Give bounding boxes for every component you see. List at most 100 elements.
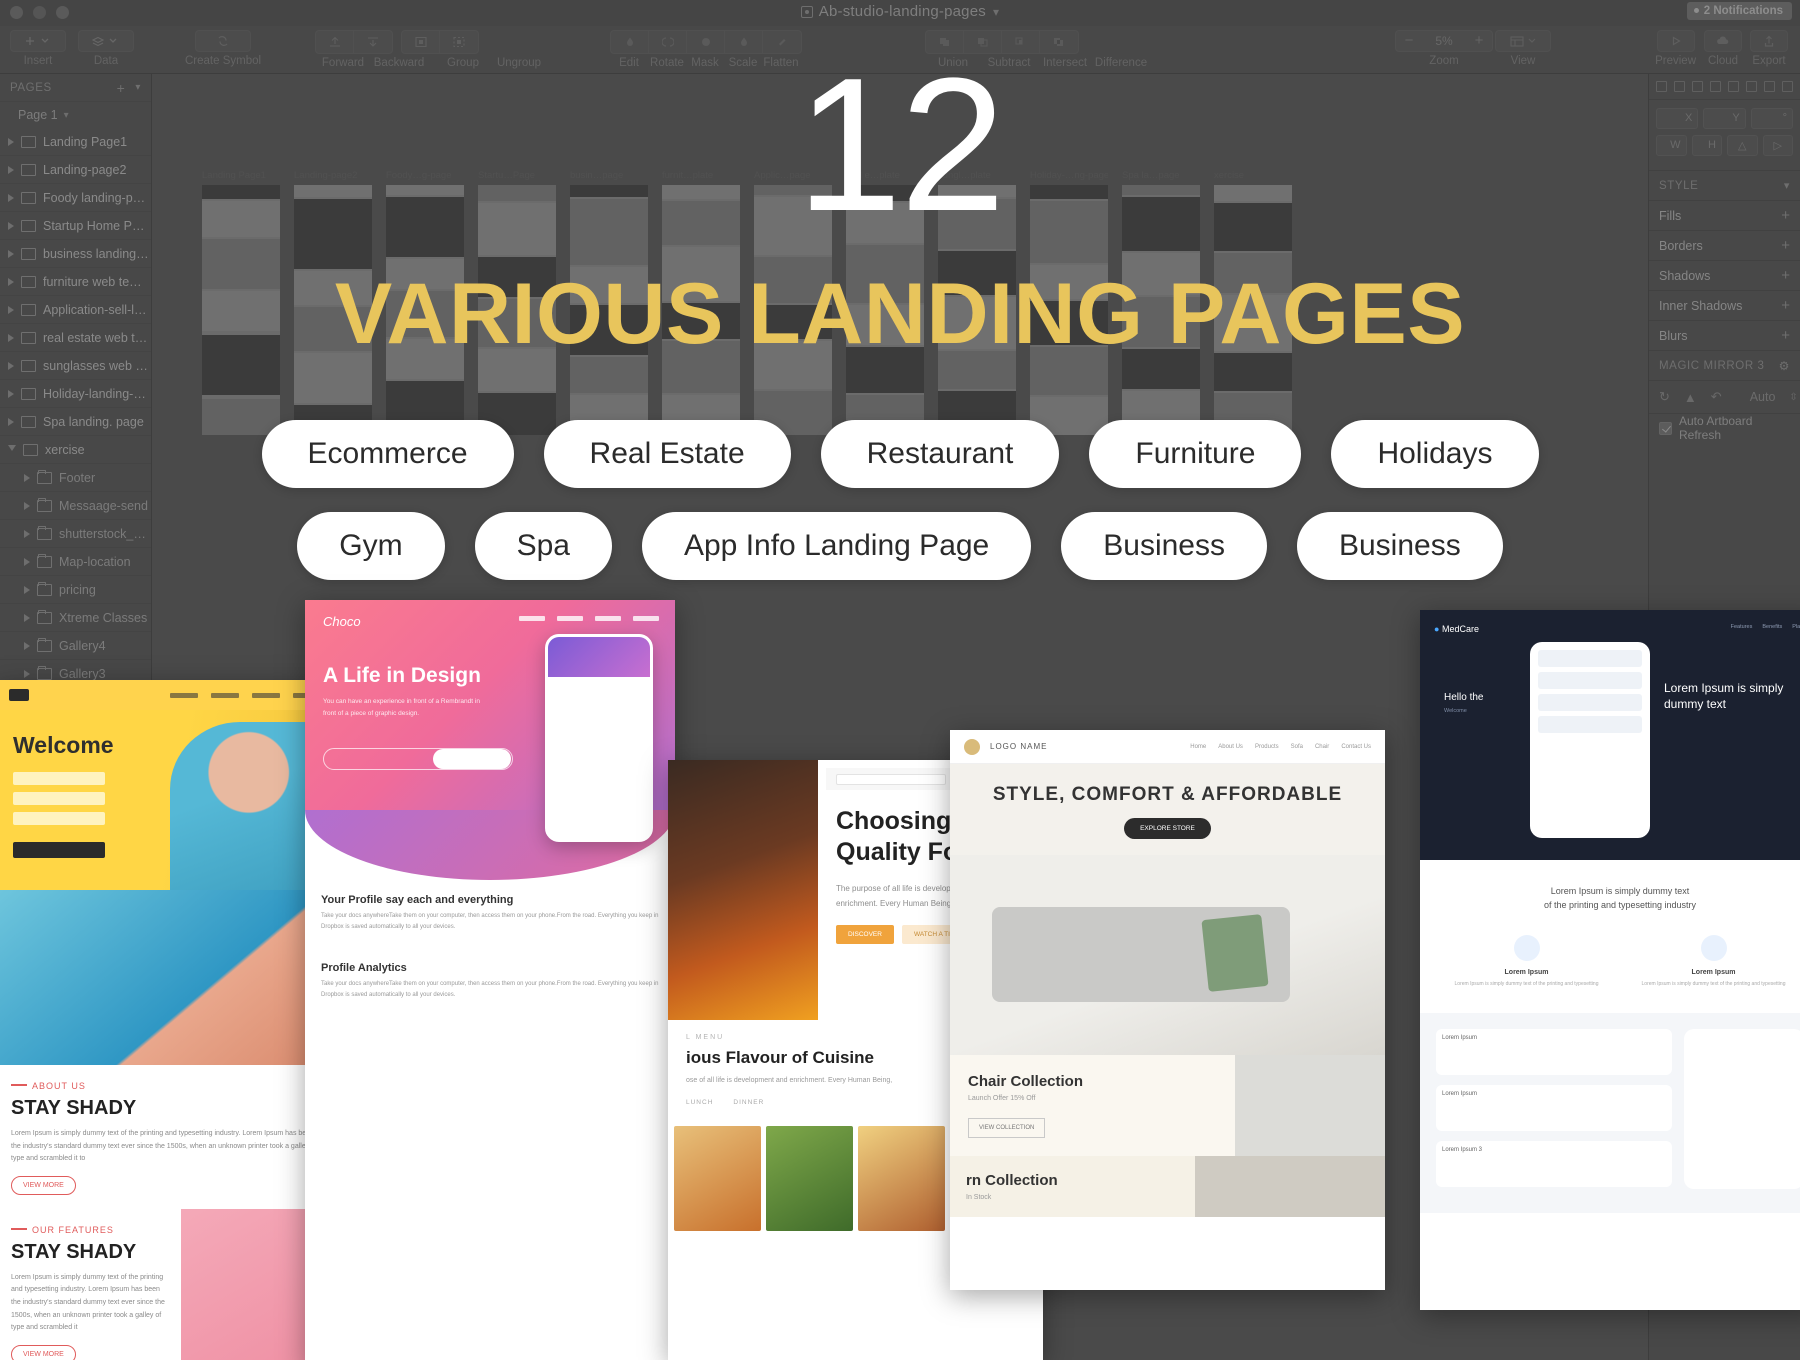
artboard-label[interactable]: xercise: [1214, 170, 1292, 181]
flip-vertical-button[interactable]: ▷: [1762, 135, 1793, 156]
nav-link[interactable]: [170, 692, 198, 698]
artboard-strip[interactable]: Landing Page1 Landing-page2 Foody…g-page St…: [152, 170, 1648, 470]
toolbar-item-cloud[interactable]: Cloud: [1704, 30, 1742, 67]
layer-row[interactable]: business landing…: [0, 240, 151, 268]
furniture-cta-button[interactable]: EXPLORE STORE: [1124, 818, 1211, 839]
layers-icon[interactable]: [78, 30, 134, 52]
chevron-right-icon[interactable]: [8, 221, 14, 230]
nav-link[interactable]: [211, 692, 239, 698]
chevron-down-icon[interactable]: ▾: [64, 110, 69, 121]
chevron-right-icon[interactable]: [24, 557, 30, 566]
distribute-horizontal-icon[interactable]: [1763, 81, 1775, 92]
nav-link[interactable]: Benefits: [1762, 624, 1782, 630]
artboard-item[interactable]: Landing-page2: [294, 170, 372, 470]
rotate-icon[interactable]: [649, 31, 687, 53]
play-icon[interactable]: [1656, 30, 1695, 52]
zoom-in-button[interactable]: +: [1466, 31, 1492, 51]
width-field[interactable]: W: [1656, 135, 1687, 156]
chevron-right-icon[interactable]: [24, 641, 30, 650]
chevron-right-icon[interactable]: [24, 473, 30, 482]
artboard-thumbnail[interactable]: [202, 185, 280, 435]
tab-lunch[interactable]: LUNCH: [686, 1099, 713, 1106]
artboard-thumbnail[interactable]: [478, 185, 556, 435]
layer-row[interactable]: Xtreme Classes: [0, 604, 151, 632]
chevron-right-icon[interactable]: [24, 529, 30, 538]
union-icon[interactable]: [926, 31, 964, 53]
style-row-blurs[interactable]: Blurs +: [1649, 321, 1800, 351]
layer-row[interactable]: Holiday-landing-…: [0, 380, 151, 408]
auto-artboard-refresh-row[interactable]: Auto Artboard Refresh: [1649, 414, 1800, 442]
email-field[interactable]: [13, 792, 105, 805]
layer-row[interactable]: pricing: [0, 576, 151, 604]
medcare-nav[interactable]: Features Benefits Plans: [1731, 624, 1800, 630]
chevron-right-icon[interactable]: [24, 613, 30, 622]
subtract-icon[interactable]: [964, 31, 1002, 53]
chevron-right-icon[interactable]: [8, 277, 14, 286]
align-middle-icon[interactable]: [1727, 81, 1739, 92]
chevron-right-icon[interactable]: [24, 585, 30, 594]
chair-cta-button[interactable]: VIEW COLLECTION: [968, 1118, 1046, 1138]
layer-row[interactable]: Footer: [0, 464, 151, 492]
add-page-icon[interactable]: +: [117, 80, 126, 96]
nav-link[interactable]: Home: [1190, 744, 1206, 750]
align-center-horizontal-icon[interactable]: [1674, 81, 1686, 92]
design-get-started-button[interactable]: [433, 749, 511, 769]
artboard-label[interactable]: Holiday-…ng-page: [1030, 170, 1108, 181]
nav-link[interactable]: [519, 616, 545, 621]
nav-link[interactable]: About Us: [1218, 744, 1243, 750]
y-field[interactable]: Y: [1703, 108, 1746, 129]
style-row-shadows[interactable]: Shadows +: [1649, 261, 1800, 291]
flip-icon[interactable]: ▲: [1684, 390, 1697, 405]
rotate-icon[interactable]: ↶: [1711, 389, 1722, 405]
arrange-segment[interactable]: [315, 30, 393, 54]
artboard-item[interactable]: Startu…Page: [478, 170, 556, 470]
toolbar-item-create-symbol[interactable]: Create Symbol: [185, 30, 261, 67]
nav-link[interactable]: Chair: [1315, 744, 1329, 750]
layer-row[interactable]: furniture web te…: [0, 268, 151, 296]
artboard-thumbnail[interactable]: [294, 185, 372, 435]
send-backward-icon[interactable]: [354, 31, 392, 53]
layer-row[interactable]: Application-sell-l…: [0, 296, 151, 324]
artboard-item[interactable]: Applic…page: [754, 170, 832, 470]
nav-link[interactable]: [595, 616, 621, 621]
artboard-item[interactable]: real e…plate: [846, 170, 924, 470]
artboard-item[interactable]: busin…page: [570, 170, 648, 470]
x-field[interactable]: X: [1656, 108, 1699, 129]
auto-refresh-checkbox[interactable]: [1659, 421, 1672, 435]
document-title[interactable]: Ab-studio-landing-pages ▾: [0, 3, 1800, 20]
artboard-label[interactable]: Spa la…page: [1122, 170, 1200, 181]
nav-link[interactable]: Features: [1731, 624, 1753, 630]
export-icon[interactable]: [1750, 30, 1788, 52]
plugin-section-header[interactable]: MAGIC MIRROR 3 ⚙: [1649, 351, 1800, 381]
page-selector[interactable]: Page 1 ▾: [0, 102, 151, 128]
chevron-right-icon[interactable]: [8, 305, 14, 314]
add-icon[interactable]: +: [1781, 207, 1790, 224]
medcare-list-item[interactable]: Lorem Ipsum 3: [1436, 1141, 1672, 1188]
artboard-label[interactable]: sungl…plate: [938, 170, 1016, 181]
artboard-thumbnail[interactable]: [754, 185, 832, 435]
message-field[interactable]: [13, 812, 105, 825]
nav-link[interactable]: [557, 616, 583, 621]
features-cta-button[interactable]: VIEW MORE: [11, 1344, 76, 1360]
nav-link[interactable]: Sofa: [1291, 744, 1303, 750]
symbol-icon[interactable]: [195, 30, 252, 52]
artboard-label[interactable]: Landing Page1: [202, 170, 280, 181]
height-field[interactable]: H: [1691, 135, 1722, 156]
rotation-field[interactable]: °: [1750, 108, 1793, 129]
group-icon[interactable]: [402, 31, 440, 53]
distribute-vertical-icon[interactable]: [1781, 81, 1793, 92]
artboard-thumbnail[interactable]: [662, 185, 740, 435]
style-row-fills[interactable]: Fills +: [1649, 201, 1800, 231]
shape-segment[interactable]: [610, 30, 802, 54]
align-top-icon[interactable]: [1710, 81, 1722, 92]
intersect-icon[interactable]: [1002, 31, 1040, 53]
chevron-down-icon[interactable]: ▾: [993, 5, 999, 19]
align-right-icon[interactable]: [1692, 81, 1704, 92]
chevron-right-icon[interactable]: [8, 361, 14, 370]
zoom-out-button[interactable]: −: [1396, 31, 1422, 51]
layer-row[interactable]: Gallery4: [0, 632, 151, 660]
chevron-right-icon[interactable]: [8, 193, 14, 202]
submit-button[interactable]: [13, 842, 105, 858]
artboard-label[interactable]: Applic…page: [754, 170, 832, 181]
artboard-thumbnail[interactable]: [1122, 185, 1200, 435]
